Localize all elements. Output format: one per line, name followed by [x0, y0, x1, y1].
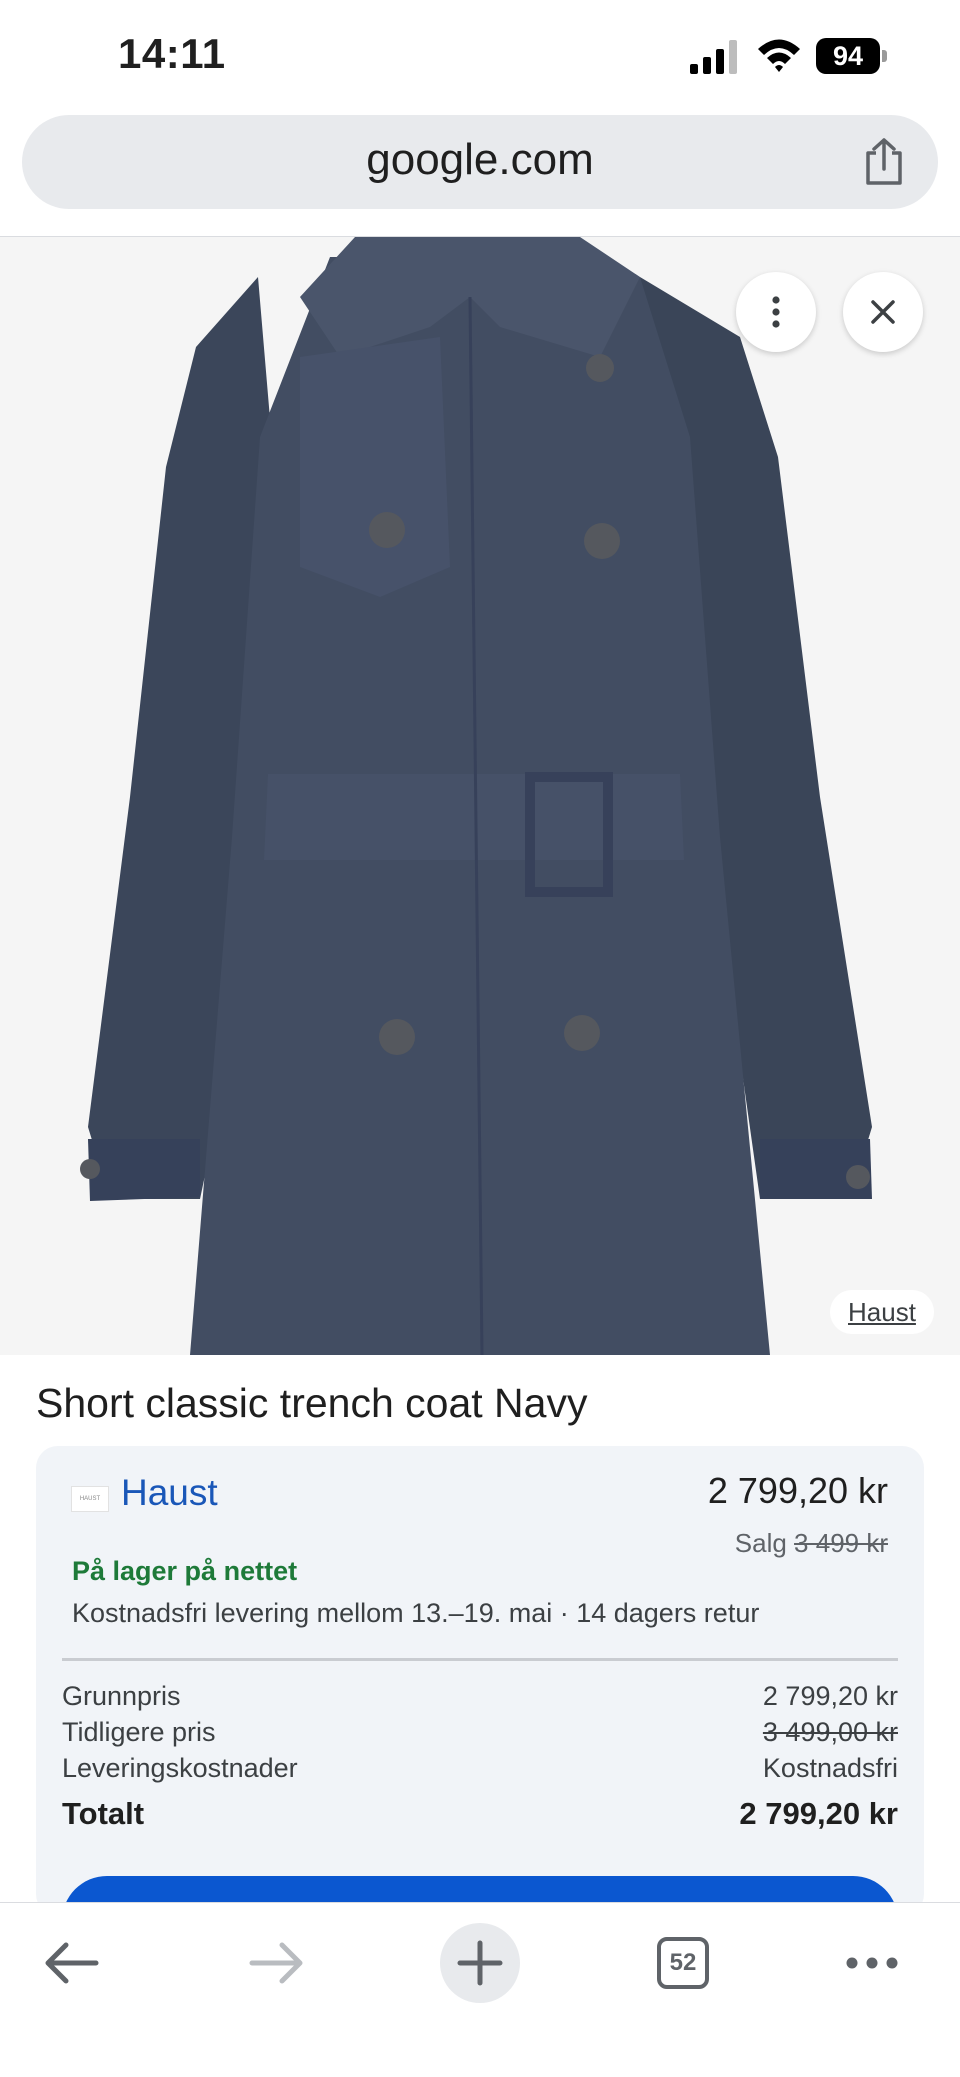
sale-row: Salg 3 499 kr — [735, 1528, 888, 1559]
offer-price: 2 799,20 kr — [707, 1470, 888, 1511]
plus-icon — [457, 1940, 503, 1986]
more-options-button[interactable] — [736, 272, 816, 352]
close-icon — [871, 300, 895, 324]
back-button[interactable] — [32, 1923, 112, 2003]
merchant-logo: HAUST — [71, 1486, 109, 1512]
price-row-base: Grunnpris 2 799,20 kr — [62, 1681, 898, 1715]
price-row-label: Tidligere pris — [62, 1717, 216, 1747]
price-row-value: Kostnadsfri — [762, 1753, 898, 1783]
price-row-value: 2 799,20 kr — [762, 1681, 898, 1711]
product-title: Short classic trench coat Navy — [36, 1380, 588, 1426]
sale-label: Salg — [734, 1528, 787, 1558]
price-row-value: 3 499,00 kr — [762, 1717, 898, 1747]
battery-tip — [882, 50, 887, 62]
status-time: 14:11 — [118, 30, 226, 77]
merchant-name-link[interactable]: Haust — [121, 1472, 218, 1514]
price-row-label: Grunnpris — [62, 1681, 181, 1711]
forward-button[interactable] — [236, 1923, 316, 2003]
battery-level: 94 — [816, 38, 880, 74]
price-row-shipping: Leveringskostnader Kostnadsfri — [62, 1753, 898, 1787]
total-value: 2 799,20 kr — [739, 1796, 898, 1831]
price-row-label: Leveringskostnader — [62, 1753, 298, 1783]
stock-status: På lager på nettet — [72, 1556, 298, 1586]
delivery-info: Kostnadsfri levering mellom 13.–19. mai … — [72, 1598, 760, 1628]
card-divider — [62, 1658, 898, 1661]
total-row: Totalt 2 799,20 kr — [62, 1796, 898, 1836]
back-arrow-icon — [45, 1942, 99, 1984]
more-horiz-icon — [846, 1957, 898, 1969]
price-row-previous: Tidligere pris 3 499,00 kr — [62, 1717, 898, 1751]
more-vert-icon — [772, 296, 780, 328]
close-button[interactable] — [843, 272, 923, 352]
url-text[interactable]: google.com — [22, 135, 938, 185]
tab-switcher-button[interactable]: 52 — [643, 1923, 723, 2003]
wifi-icon — [758, 39, 800, 72]
image-source-link[interactable]: Haust — [830, 1290, 934, 1334]
battery-icon: 94 — [816, 38, 888, 74]
signal-icon — [690, 40, 737, 74]
offer-card[interactable]: HAUST Haust 2 799,20 kr Salg 3 499 kr På… — [36, 1446, 924, 1966]
forward-arrow-icon — [249, 1942, 303, 1984]
menu-button[interactable] — [832, 1923, 912, 2003]
status-bar: 14:11 94 — [0, 0, 960, 110]
trench-coat-image — [80, 237, 872, 1355]
address-bar[interactable]: google.com — [22, 115, 938, 209]
total-label: Totalt — [62, 1796, 145, 1831]
new-tab-button[interactable] — [440, 1923, 520, 2003]
product-image[interactable]: Haust — [0, 237, 960, 1355]
bottom-toolbar: 52 — [0, 1902, 960, 2077]
share-icon[interactable] — [862, 137, 906, 187]
tabs-icon: 52 — [657, 1937, 709, 1989]
original-price: 3 499 kr — [794, 1528, 888, 1558]
